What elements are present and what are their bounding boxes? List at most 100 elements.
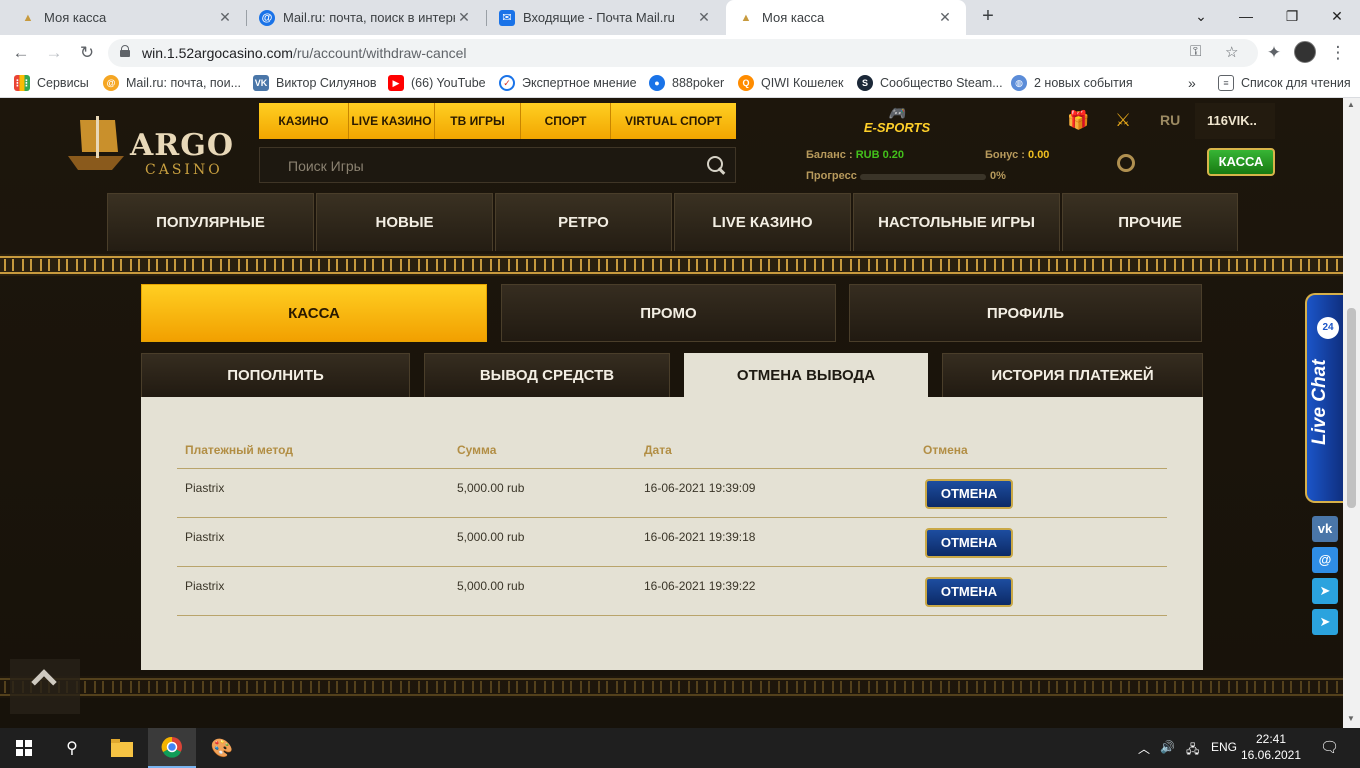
esports-logo[interactable]: 🎮 E-SPORTS: [862, 106, 932, 138]
scroll-up-arrow-icon[interactable]: ▲: [1347, 100, 1355, 109]
new-tab-button[interactable]: +: [976, 5, 1000, 29]
888poker-icon: ●: [649, 75, 665, 91]
tab-deposit[interactable]: ПОПОЛНИТЬ: [141, 353, 410, 397]
tab-kassa[interactable]: КАССА: [141, 284, 487, 342]
cancel-withdrawal-button[interactable]: ОТМЕНА: [925, 577, 1013, 607]
scroll-down-arrow-icon[interactable]: ▼: [1347, 714, 1355, 723]
browser-tab[interactable]: ▲ Моя касса ✕: [8, 0, 246, 35]
live-chat-button[interactable]: 24 Live Chat: [1305, 293, 1343, 503]
category-other[interactable]: ПРОЧИЕ: [1062, 193, 1238, 251]
bookmark-item[interactable]: ◍ 2 новых события: [1011, 75, 1133, 91]
close-tab-icon[interactable]: ✕: [216, 9, 234, 26]
tab-payment-history[interactable]: ИСТОРИЯ ПЛАТЕЖЕЙ: [942, 353, 1203, 397]
category-new[interactable]: НОВЫЕ: [316, 193, 493, 251]
category-table-games[interactable]: НАСТОЛЬНЫЕ ИГРЫ: [853, 193, 1060, 251]
table-row: Piastrix 5,000.00 rub 16-06-2021 19:39:2…: [177, 567, 1167, 616]
withdraw-cancel-panel: Платежный метод Сумма Дата Отмена Piastr…: [141, 397, 1203, 670]
close-tab-icon[interactable]: ✕: [936, 9, 954, 26]
reload-icon[interactable]: ↻: [74, 40, 100, 66]
argo-casino-logo[interactable]: ARGO CASINO: [60, 112, 240, 182]
column-header: Отмена: [923, 443, 968, 457]
url-text[interactable]: win.1.52argocasino.com/ru/account/withdr…: [142, 45, 467, 61]
close-tab-icon[interactable]: ✕: [695, 9, 713, 26]
tab-profile[interactable]: ПРОФИЛЬ: [849, 284, 1202, 342]
menu-virtual-sport[interactable]: VIRTUAL СПОРТ: [611, 103, 736, 139]
kassa-button[interactable]: КАССА: [1207, 148, 1275, 176]
gift-icon[interactable]: 🎁: [1067, 110, 1089, 131]
file-explorer-icon[interactable]: [98, 728, 146, 768]
greek-border-footer: [0, 676, 1343, 698]
vk-icon[interactable]: vk: [1312, 516, 1338, 542]
menu-kebab-icon[interactable]: ⋮: [1325, 40, 1351, 66]
telegram-icon[interactable]: ➤: [1312, 609, 1338, 635]
language-selector[interactable]: RU: [1160, 112, 1180, 128]
amount: 5,000.00 rub: [457, 481, 525, 495]
tab-search-icon[interactable]: ⌄: [1178, 0, 1224, 35]
browser-tab[interactable]: ✉ Входящие - Почта Mail.ru ✕: [487, 0, 725, 35]
input-language[interactable]: ENG: [1211, 740, 1237, 754]
network-icon[interactable]: 🖧: [1186, 740, 1199, 761]
bonus: Бонус : 0.00: [985, 149, 1050, 161]
bookmark-item[interactable]: ▶ (66) YouTube: [388, 75, 486, 91]
show-hidden-icons-icon[interactable]: ︿: [1138, 740, 1150, 757]
crossed-swords-icon[interactable]: ⚔: [1115, 110, 1131, 131]
bookmark-star-icon[interactable]: ☆: [1225, 43, 1238, 61]
browser-tab[interactable]: @ Mail.ru: почта, поиск в интернете ✕: [247, 0, 485, 35]
menu-casino[interactable]: КАЗИНО: [259, 103, 349, 139]
steam-icon: S: [857, 75, 873, 91]
top-menu: КАЗИНО LIVE КАЗИНО ТВ ИГРЫ СПОРТ VIRTUAL…: [259, 103, 736, 139]
page-scrollbar[interactable]: ▲ ▼: [1343, 98, 1360, 728]
bookmark-item[interactable]: @ Mail.ru: почта, пои...: [103, 75, 241, 91]
lock-icon[interactable]: [120, 45, 130, 57]
bookmark-item[interactable]: ✓ Экспертное мнение: [499, 75, 637, 91]
volume-icon[interactable]: 🔊: [1160, 740, 1175, 754]
profile-avatar[interactable]: [1294, 41, 1316, 63]
tab-promo[interactable]: ПРОМО: [501, 284, 836, 342]
windows-start-icon[interactable]: [0, 728, 48, 768]
bookmark-item[interactable]: ● 888poker: [649, 75, 724, 91]
notifications-icon[interactable]: 🗨: [1320, 738, 1339, 756]
cancel-withdrawal-button[interactable]: ОТМЕНА: [925, 479, 1013, 509]
category-popular[interactable]: ПОПУЛЯРНЫЕ: [107, 193, 314, 251]
search-icon[interactable]: [707, 156, 725, 174]
amount: 5,000.00 rub: [457, 530, 525, 544]
browser-toolbar: ← → ↻ win.1.52argocasino.com/ru/account/…: [0, 35, 1360, 70]
minimize-button[interactable]: —: [1223, 0, 1269, 35]
category-live-casino[interactable]: LIVE КАЗИНО: [674, 193, 851, 251]
refresh-balance-icon[interactable]: [1117, 154, 1135, 172]
close-tab-icon[interactable]: ✕: [455, 9, 473, 26]
paint-palette-icon[interactable]: 🎨: [198, 728, 246, 768]
account-tabs: КАССА ПРОМО ПРОФИЛЬ: [141, 284, 1203, 344]
reading-list-button[interactable]: ≡ Список для чтения: [1218, 75, 1351, 91]
bookmarks-bar: ⋮⋮ Сервисы @ Mail.ru: почта, пои... VK Викт…: [0, 70, 1360, 98]
telegram-icon[interactable]: ➤: [1312, 578, 1338, 604]
chrome-taskbar-icon[interactable]: [148, 728, 196, 768]
category-retro[interactable]: РЕТРО: [495, 193, 672, 251]
bookmark-item[interactable]: VK Виктор Силуянов: [253, 75, 377, 91]
extensions-puzzle-icon[interactable]: ✦: [1261, 40, 1287, 66]
back-icon[interactable]: ←: [8, 40, 34, 66]
bookmark-item[interactable]: S Сообщество Steam...: [857, 75, 1003, 91]
menu-live-casino[interactable]: LIVE КАЗИНО: [349, 103, 435, 139]
restore-button[interactable]: ❐: [1269, 0, 1315, 35]
game-search-input[interactable]: Поиск Игры: [259, 147, 736, 183]
scrollbar-thumb[interactable]: [1347, 308, 1356, 508]
bookmark-item[interactable]: Q QIWI Кошелек: [738, 75, 843, 91]
forward-icon[interactable]: →: [41, 40, 67, 66]
close-window-button[interactable]: ✕: [1314, 0, 1360, 35]
menu-tv-games[interactable]: ТВ ИГРЫ: [435, 103, 521, 139]
username-button[interactable]: 116VIK..: [1195, 103, 1275, 139]
scroll-to-top-button[interactable]: [10, 659, 80, 714]
cancel-withdrawal-button[interactable]: ОТМЕНА: [925, 528, 1013, 558]
address-bar[interactable]: win.1.52argocasino.com/ru/account/withdr…: [108, 39, 1258, 67]
clock[interactable]: 22:41 16.06.2021: [1240, 731, 1302, 763]
bookmarks-overflow-icon[interactable]: »: [1188, 75, 1196, 91]
tab-withdraw-cancel[interactable]: ОТМЕНА ВЫВОДА: [684, 353, 928, 397]
search-icon[interactable]: ⚲: [48, 728, 96, 768]
browser-tab-active[interactable]: ▲ Моя касса ✕: [726, 0, 966, 35]
menu-sport[interactable]: СПОРТ: [521, 103, 611, 139]
mailru-at-icon[interactable]: @: [1312, 547, 1338, 573]
key-icon[interactable]: ⚿: [1190, 43, 1201, 60]
tab-withdraw[interactable]: ВЫВОД СРЕДСТВ: [424, 353, 670, 397]
bookmark-item[interactable]: ⋮⋮ Сервисы: [13, 75, 89, 91]
